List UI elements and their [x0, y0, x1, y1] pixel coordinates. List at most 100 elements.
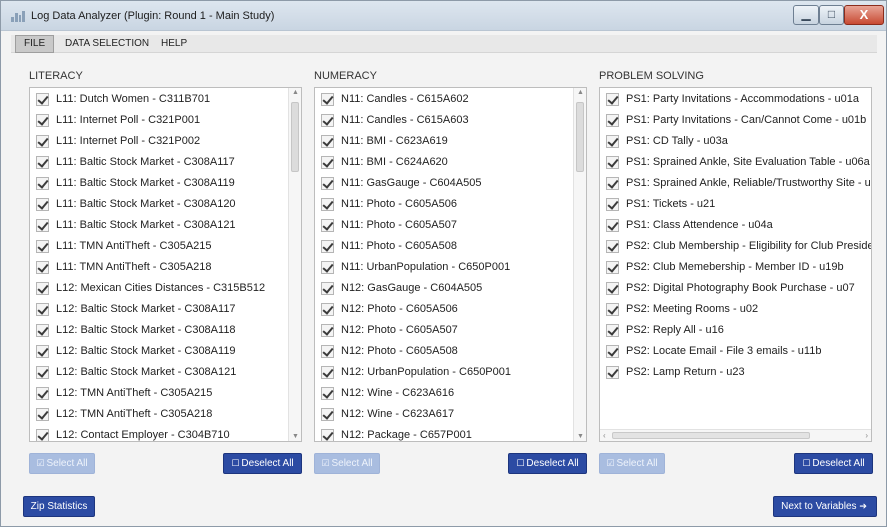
- list-item[interactable]: PS1: Sprained Ankle, Reliable/Trustworth…: [600, 174, 871, 195]
- minimize-button[interactable]: ▁: [793, 5, 819, 25]
- list-item[interactable]: PS2: Digital Photography Book Purchase -…: [600, 279, 871, 300]
- scroll-right-icon[interactable]: ›: [865, 430, 868, 441]
- scroll-thumb[interactable]: [291, 102, 299, 172]
- list-item[interactable]: N12: UrbanPopulation - C650P001: [315, 363, 586, 384]
- numeracy-deselect-all-button[interactable]: ☐ Deselect All: [508, 453, 587, 474]
- literacy-list[interactable]: L11: Dutch Women - C311B701 L11: Internet…: [29, 87, 302, 442]
- scroll-down-icon[interactable]: ▼: [574, 433, 586, 440]
- literacy-deselect-all-button[interactable]: ☐ Deselect All: [223, 453, 302, 474]
- list-item[interactable]: L12: TMN AntiTheft - C305A218: [30, 405, 301, 426]
- item-checkbox[interactable]: [321, 135, 334, 148]
- scroll-thumb[interactable]: [612, 432, 810, 439]
- scroll-thumb[interactable]: [576, 102, 584, 172]
- item-checkbox[interactable]: [36, 219, 49, 232]
- list-item[interactable]: PS1: Party Invitations - Can/Cannot Come…: [600, 111, 871, 132]
- list-item[interactable]: L11: Baltic Stock Market - C308A119: [30, 174, 301, 195]
- item-checkbox[interactable]: [321, 177, 334, 190]
- list-item[interactable]: L11: Internet Poll - C321P002: [30, 132, 301, 153]
- item-checkbox[interactable]: [321, 429, 334, 441]
- list-item[interactable]: N12: Wine - C623A616: [315, 384, 586, 405]
- item-checkbox[interactable]: [36, 114, 49, 127]
- item-checkbox[interactable]: [36, 93, 49, 106]
- problem-solving-deselect-all-button[interactable]: ☐ Deselect All: [794, 453, 873, 474]
- item-checkbox[interactable]: [606, 261, 619, 274]
- item-checkbox[interactable]: [606, 324, 619, 337]
- numeracy-list[interactable]: N11: Candles - C615A602 N11: Candles - C6…: [314, 87, 587, 442]
- list-item[interactable]: L12: Baltic Stock Market - C308A118: [30, 321, 301, 342]
- list-item[interactable]: PS2: Meeting Rooms - u02: [600, 300, 871, 321]
- list-item[interactable]: L12: Baltic Stock Market - C308A121: [30, 363, 301, 384]
- list-item[interactable]: N11: BMI - C624A620: [315, 153, 586, 174]
- problem-solving-horizontal-scrollbar[interactable]: ‹ ›: [600, 429, 871, 441]
- item-checkbox[interactable]: [321, 387, 334, 400]
- list-item[interactable]: L11: Baltic Stock Market - C308A121: [30, 216, 301, 237]
- list-item[interactable]: L11: TMN AntiTheft - C305A218: [30, 258, 301, 279]
- item-checkbox[interactable]: [36, 261, 49, 274]
- maximize-button[interactable]: □: [819, 5, 844, 25]
- item-checkbox[interactable]: [36, 303, 49, 316]
- list-item[interactable]: PS1: Tickets - u21: [600, 195, 871, 216]
- item-checkbox[interactable]: [606, 303, 619, 316]
- scroll-down-icon[interactable]: ▼: [289, 433, 301, 440]
- list-item[interactable]: L12: Baltic Stock Market - C308A119: [30, 342, 301, 363]
- item-checkbox[interactable]: [606, 198, 619, 211]
- list-item[interactable]: PS1: Class Attendence - u04a: [600, 216, 871, 237]
- problem-solving-select-all-button[interactable]: ☑ Select All: [599, 453, 665, 474]
- list-item[interactable]: L12: Contact Employer - C304B710: [30, 426, 301, 441]
- list-item[interactable]: PS2: Locate Email - File 3 emails - u11b: [600, 342, 871, 363]
- zip-statistics-button[interactable]: Zip Statistics: [23, 496, 95, 517]
- item-checkbox[interactable]: [321, 408, 334, 421]
- list-item[interactable]: N12: Photo - C605A506: [315, 300, 586, 321]
- list-item[interactable]: PS2: Club Membership - Eligibility for C…: [600, 237, 871, 258]
- scroll-up-icon[interactable]: ▲: [289, 89, 301, 96]
- menu-help[interactable]: HELP: [153, 35, 195, 53]
- list-item[interactable]: N11: Candles - C615A602: [315, 90, 586, 111]
- item-checkbox[interactable]: [321, 303, 334, 316]
- item-checkbox[interactable]: [321, 219, 334, 232]
- list-item[interactable]: L11: Dutch Women - C311B701: [30, 90, 301, 111]
- list-item[interactable]: PS1: Sprained Ankle, Site Evaluation Tab…: [600, 153, 871, 174]
- list-item[interactable]: N11: BMI - C623A619: [315, 132, 586, 153]
- close-button[interactable]: X: [844, 5, 884, 25]
- item-checkbox[interactable]: [321, 324, 334, 337]
- list-item[interactable]: N12: Photo - C605A508: [315, 342, 586, 363]
- item-checkbox[interactable]: [606, 177, 619, 190]
- title-bar[interactable]: Log Data Analyzer (Plugin: Round 1 - Mai…: [1, 1, 886, 31]
- list-item[interactable]: PS1: CD Tally - u03a: [600, 132, 871, 153]
- list-item[interactable]: L11: Internet Poll - C321P001: [30, 111, 301, 132]
- item-checkbox[interactable]: [36, 324, 49, 337]
- list-item[interactable]: N11: GasGauge - C604A505: [315, 174, 586, 195]
- menu-file[interactable]: FILE: [15, 35, 55, 53]
- list-item[interactable]: N12: Wine - C623A617: [315, 405, 586, 426]
- item-checkbox[interactable]: [606, 114, 619, 127]
- list-item[interactable]: N12: Photo - C605A507: [315, 321, 586, 342]
- item-checkbox[interactable]: [36, 135, 49, 148]
- item-checkbox[interactable]: [36, 177, 49, 190]
- list-item[interactable]: PS2: Club Memebership - Member ID - u19b: [600, 258, 871, 279]
- item-checkbox[interactable]: [36, 387, 49, 400]
- list-item[interactable]: L11: TMN AntiTheft - C305A215: [30, 237, 301, 258]
- item-checkbox[interactable]: [321, 345, 334, 358]
- item-checkbox[interactable]: [606, 219, 619, 232]
- item-checkbox[interactable]: [321, 114, 334, 127]
- list-item[interactable]: L12: Mexican Cities Distances - C315B512: [30, 279, 301, 300]
- item-checkbox[interactable]: [321, 156, 334, 169]
- scroll-up-icon[interactable]: ▲: [574, 89, 586, 96]
- list-item[interactable]: N12: GasGauge - C604A505: [315, 279, 586, 300]
- item-checkbox[interactable]: [321, 198, 334, 211]
- item-checkbox[interactable]: [36, 345, 49, 358]
- item-checkbox[interactable]: [606, 282, 619, 295]
- item-checkbox[interactable]: [321, 366, 334, 379]
- item-checkbox[interactable]: [606, 240, 619, 253]
- problem-solving-list[interactable]: PS1: Party Invitations - Accommodations …: [599, 87, 872, 442]
- list-item[interactable]: L11: Baltic Stock Market - C308A120: [30, 195, 301, 216]
- list-item[interactable]: PS1: Party Invitations - Accommodations …: [600, 90, 871, 111]
- list-item[interactable]: N11: UrbanPopulation - C650P001: [315, 258, 586, 279]
- literacy-vertical-scrollbar[interactable]: ▲ ▼: [288, 88, 301, 441]
- item-checkbox[interactable]: [606, 135, 619, 148]
- list-item[interactable]: N11: Photo - C605A506: [315, 195, 586, 216]
- list-item[interactable]: L12: Baltic Stock Market - C308A117: [30, 300, 301, 321]
- list-item[interactable]: N11: Photo - C605A508: [315, 237, 586, 258]
- next-to-variables-button[interactable]: Next to Variables ➔: [773, 496, 877, 517]
- item-checkbox[interactable]: [321, 282, 334, 295]
